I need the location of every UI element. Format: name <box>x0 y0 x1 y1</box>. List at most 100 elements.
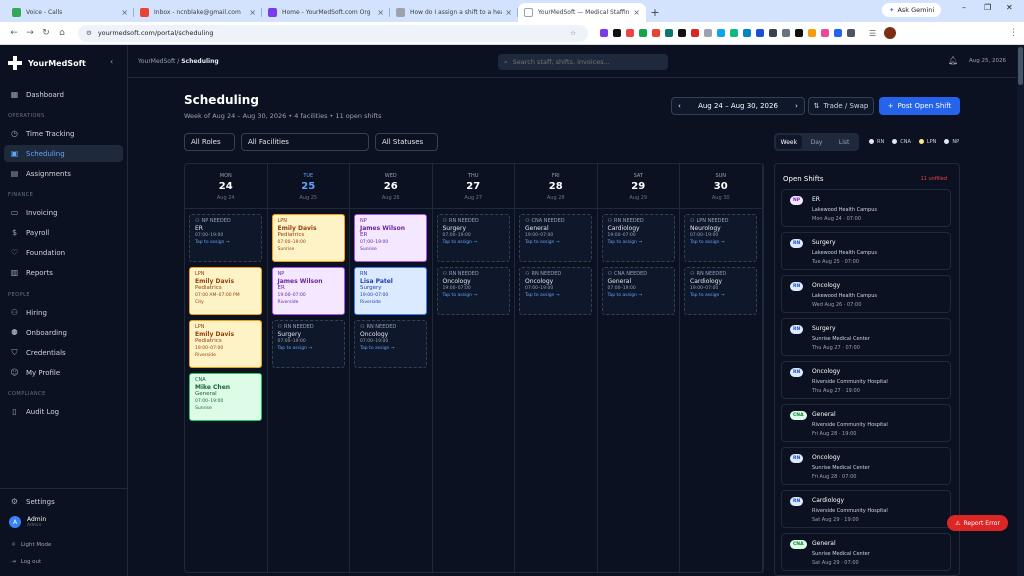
shift-card[interactable]: LPN Emily Davis Pediatrics 19:00–07:00 River… <box>189 320 262 368</box>
extension-icon[interactable] <box>782 29 790 37</box>
statuses-filter[interactable]: All Statuses <box>375 133 438 151</box>
trade-swap-button[interactable]: ⇅ Trade / Swap <box>808 97 874 115</box>
back-icon[interactable]: ← <box>6 28 22 38</box>
extension-icon[interactable] <box>717 29 725 37</box>
day-header[interactable]: FRI 28 Aug 28 <box>515 164 598 209</box>
new-tab-button[interactable]: + <box>646 3 664 22</box>
sidebar-item-time-tracking[interactable]: ◷ Time Tracking <box>4 125 123 142</box>
shift-card[interactable]: LPN Emily Davis Pediatrics 07:00 AM–07:00 P… <box>189 267 262 315</box>
open-shift-card[interactable]: ⚇ CNA NEEDED General 07:00–19:00 Tap to assi… <box>601 267 675 315</box>
scrollbar-thumb[interactable] <box>1018 47 1023 85</box>
extension-icon[interactable] <box>665 29 673 37</box>
day-header[interactable]: TUE 25 Aug 25 <box>267 164 350 209</box>
collapse-sidebar-icon[interactable]: ‹ <box>110 57 113 66</box>
site-info-icon[interactable]: ⚙ <box>86 29 92 37</box>
open-shift-item[interactable]: NP ER Lakewood Health Campus Mon Aug 24 · 0… <box>781 189 951 227</box>
shift-card[interactable]: CNA Mike Chen General 07:00–19:00 Sunrise <box>189 373 262 421</box>
browser-tab[interactable]: YourMedSoft — Medical Staffin × <box>518 3 646 22</box>
tap-to-assign-link[interactable]: Tap to assign → <box>690 292 751 299</box>
shift-card[interactable]: NP James Wilson ER 07:00–19:00 Sunrise <box>354 214 427 262</box>
day-header[interactable]: MON 24 Aug 24 <box>185 164 268 209</box>
global-search[interactable]: ⌕ <box>498 54 668 70</box>
tab-close-icon[interactable]: × <box>505 8 512 17</box>
reload-icon[interactable]: ↻ <box>38 28 54 38</box>
open-shift-item[interactable]: CNA General Sunrise Medical Center Sat Aug … <box>781 533 951 571</box>
open-shift-card[interactable]: ⚇ CNA NEEDED General 19:00–07:00 Tap to assi… <box>519 214 592 262</box>
day-header[interactable]: THU 27 Aug 27 <box>432 164 515 209</box>
bell-icon[interactable]: 🔔︎ <box>948 56 958 65</box>
extension-icon[interactable] <box>743 29 751 37</box>
tap-to-assign-link[interactable]: Tap to assign → <box>443 292 504 299</box>
extension-icon[interactable] <box>600 29 608 37</box>
open-shift-item[interactable]: RN Oncology Sunrise Medical Center Fri Aug … <box>781 447 951 485</box>
sidebar-item-assignments[interactable]: ▤ Assignments <box>4 165 123 182</box>
day-header[interactable]: WED 26 Aug 26 <box>350 164 433 209</box>
close-window-button[interactable]: ✕ <box>1006 3 1013 12</box>
open-shift-item[interactable]: RN Oncology Riverside Community Hospital Th… <box>781 361 951 399</box>
extension-icon[interactable] <box>613 29 621 37</box>
open-shift-card[interactable]: ⚇ LPN NEEDED Neurology 07:00–19:00 Tap to as… <box>684 214 757 262</box>
extension-icon[interactable] <box>678 29 686 37</box>
open-shift-item[interactable]: RN Cardiology Riverside Community Hospital… <box>781 490 951 528</box>
open-shift-card[interactable]: ⚇ RN NEEDED Cardiology 19:00–07:00 Tap to as… <box>601 214 675 262</box>
page-scrollbar[interactable] <box>1017 45 1024 576</box>
brand-logo[interactable]: YourMedSoft <box>8 56 86 70</box>
open-shift-item[interactable]: RN Surgery Lakewood Health Campus Tue Aug 2… <box>781 232 951 270</box>
extensions-puzzle-icon[interactable] <box>847 29 855 37</box>
open-shift-card[interactable]: ⚇ NP NEEDED ER 07:00–19:00 Tap to assign → <box>189 214 262 262</box>
extension-icon[interactable] <box>769 29 777 37</box>
browser-tab[interactable]: Inbox - ncnblake@gmail.com × <box>134 3 262 22</box>
report-error-button[interactable]: ⚠ Report Error <box>947 515 1008 531</box>
logout-button[interactable]: ⇥ Log out <box>11 559 41 565</box>
sidebar-item-reports[interactable]: ▥ Reports <box>4 264 123 281</box>
home-icon[interactable]: ⌂ <box>54 28 70 38</box>
open-shift-card[interactable]: ⚇ RN NEEDED Oncology 19:00–07:00 Tap to assi… <box>436 267 510 315</box>
extension-icon[interactable] <box>691 29 699 37</box>
tab-close-icon[interactable]: × <box>377 8 384 17</box>
extension-icon[interactable] <box>795 29 803 37</box>
extension-icon[interactable] <box>834 29 842 37</box>
tap-to-assign-link[interactable]: Tap to assign → <box>690 239 751 246</box>
roles-filter[interactable]: All Roles <box>184 133 235 151</box>
sidebar-item-scheduling[interactable]: ▣ Scheduling <box>4 145 123 162</box>
facilities-filter[interactable]: All Facilities <box>241 133 369 151</box>
shift-card[interactable]: LPN Emily Davis Pediatrics 07:00–19:00 Sunri… <box>271 214 345 262</box>
sidebar-item-credentials[interactable]: ⛉ Credentials <box>4 344 123 361</box>
extension-icon[interactable] <box>652 29 660 37</box>
view-list-tab[interactable]: List <box>831 135 857 149</box>
browser-tab[interactable]: How do I assign a shift to a hea × <box>390 3 518 22</box>
sidebar-item-dashboard[interactable]: ▦ Dashboard <box>4 86 123 103</box>
sidebar-item-onboarding[interactable]: ⚉ Onboarding <box>4 324 123 341</box>
sidebar-item-hiring[interactable]: ⚇ Hiring <box>4 304 123 321</box>
extension-icon[interactable] <box>626 29 634 37</box>
tab-search-icon[interactable]: ☰ <box>869 29 876 38</box>
prev-week-icon[interactable]: ‹ <box>678 102 681 110</box>
browser-tab[interactable]: Home - YourMedSoft.com Org × <box>262 3 390 22</box>
browser-tab[interactable]: Voice - Calls × <box>6 3 134 22</box>
search-input[interactable] <box>512 58 653 66</box>
minimize-button[interactable]: – <box>962 3 966 12</box>
open-shift-card[interactable]: ⚇ RN NEEDED Surgery 07:00–19:00 Tap to assig… <box>436 214 510 262</box>
tap-to-assign-link[interactable]: Tap to assign → <box>525 292 586 299</box>
open-shift-card[interactable]: ⚇ RN NEEDED Oncology 07:00–19:00 Tap to assi… <box>354 320 427 368</box>
tap-to-assign-link[interactable]: Tap to assign → <box>278 345 339 352</box>
extension-icon[interactable] <box>639 29 647 37</box>
sidebar-item-my-profile[interactable]: ☺ My Profile <box>4 364 123 381</box>
post-open-shift-button[interactable]: + Post Open Shift <box>879 97 960 115</box>
shift-card[interactable]: RN Lisa Patel Surgery 19:00–07:00 Riverside <box>354 267 427 315</box>
breadcrumb-root[interactable]: YourMedSoft <box>138 58 175 65</box>
chrome-menu-icon[interactable]: ⋮ <box>1009 28 1018 38</box>
address-bar[interactable]: ⚙ yourmedsoft.com/portal/scheduling ☆ <box>78 24 588 42</box>
profile-avatar[interactable] <box>884 27 897 39</box>
light-mode-toggle[interactable]: ☼ Light Mode <box>11 542 51 548</box>
maximize-button[interactable]: ❐ <box>984 3 991 12</box>
sidebar-item-invoicing[interactable]: ▭ Invoicing <box>4 204 123 221</box>
extension-icon[interactable] <box>730 29 738 37</box>
tap-to-assign-link[interactable]: Tap to assign → <box>525 239 586 246</box>
open-shift-card[interactable]: ⚇ RN NEEDED Cardiology 19:00–07:00 Tap to as… <box>684 267 757 315</box>
tap-to-assign-link[interactable]: Tap to assign → <box>360 345 421 352</box>
sidebar-item-audit-log[interactable]: ▯ Audit Log <box>4 403 123 420</box>
shift-card[interactable]: NP James Wilson ER 19:00–07:00 Riverside <box>271 267 345 315</box>
open-shift-item[interactable]: RN Oncology Lakewood Health Campus Wed Aug … <box>781 275 951 313</box>
bookmark-star-icon[interactable]: ☆ <box>570 29 580 37</box>
